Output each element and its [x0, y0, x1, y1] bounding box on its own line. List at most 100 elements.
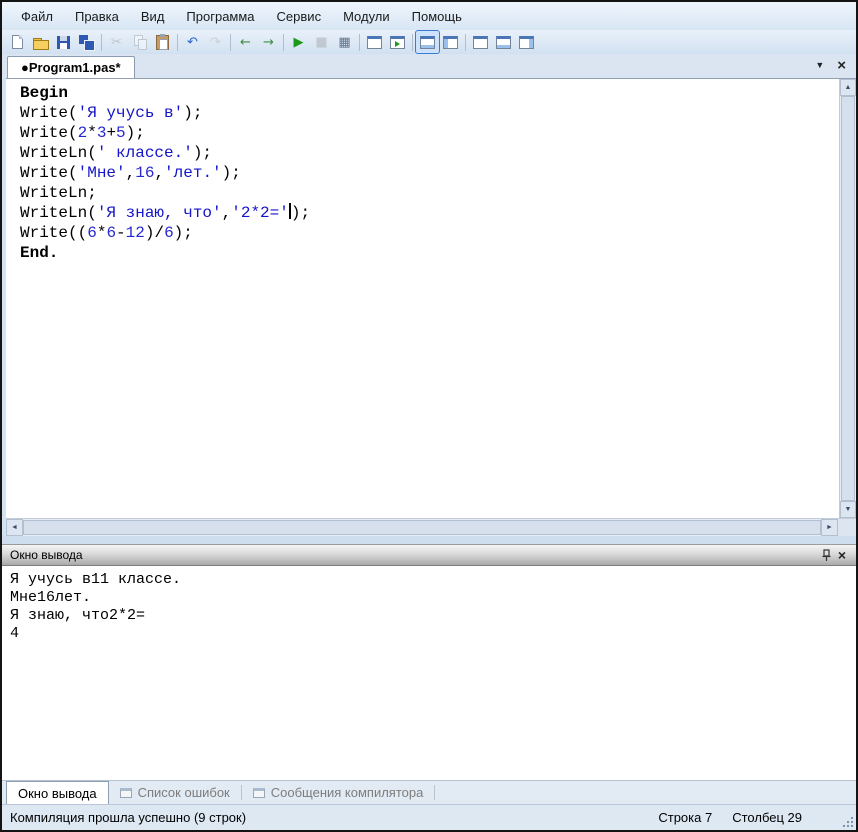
window-layout-3-button[interactable]	[515, 31, 538, 53]
editor-vertical-scrollbar[interactable]: ▲ ▼	[839, 79, 856, 518]
code-segment: -	[116, 224, 126, 242]
code-segment: );	[174, 224, 193, 242]
code-line[interactable]: WriteLn('Я знаю, что','2*2=');	[20, 203, 839, 223]
menu-view[interactable]: Вид	[130, 4, 176, 29]
redo-icon: ↷	[210, 36, 221, 49]
output-close-button[interactable]: ×	[834, 547, 850, 563]
code-line[interactable]: Write(2*3+5);	[20, 123, 839, 143]
breakpoints-grid-icon: ▦	[338, 36, 350, 49]
editor-area: BeginWrite('Я учусь в');Write(2*3+5);Wri…	[6, 78, 856, 518]
panel-splitter[interactable]	[2, 536, 856, 544]
code-segment: +	[106, 124, 116, 142]
save-all-button[interactable]	[75, 31, 98, 53]
window-layout-2-button[interactable]	[492, 31, 515, 53]
vertical-scroll-thumb[interactable]	[841, 96, 855, 501]
code-segment: 'Я учусь в'	[78, 104, 184, 122]
console-run-icon	[390, 36, 405, 49]
auto-hide-pin-button[interactable]	[818, 547, 834, 563]
code-segment: WriteLn(	[20, 144, 97, 162]
console-run-button[interactable]	[386, 31, 409, 53]
scroll-down-button[interactable]: ▼	[840, 501, 856, 518]
bottom-tab-compiler[interactable]: Сообщения компилятора	[242, 781, 435, 804]
scroll-right-button[interactable]: ►	[821, 519, 838, 536]
editor-horizontal-scrollbar[interactable]: ◄ ►	[6, 518, 856, 536]
nav-back-button[interactable]: ←	[234, 31, 257, 53]
toolbar-separator	[101, 34, 102, 51]
code-segment: 6	[164, 224, 174, 242]
code-segment: 'Я знаю, что'	[97, 204, 222, 222]
code-segment: ,	[154, 164, 164, 182]
code-line[interactable]: Write('Мне',16,'лет.');	[20, 163, 839, 183]
bottom-tab-errors[interactable]: Список ошибок	[109, 781, 241, 804]
toggle-side-panel-button[interactable]	[439, 31, 462, 53]
code-editor[interactable]: BeginWrite('Я учусь в');Write(2*3+5);Wri…	[6, 79, 839, 518]
scroll-left-button[interactable]: ◄	[6, 519, 23, 536]
undo-button[interactable]: ↶	[181, 31, 204, 53]
window-layout-3-icon	[519, 36, 534, 49]
code-segment: 6	[87, 224, 97, 242]
console-window-icon	[367, 36, 382, 49]
tab-program1[interactable]: ●Program1.pas*	[7, 56, 135, 78]
paste-icon	[156, 35, 169, 50]
copy-button[interactable]	[128, 31, 151, 53]
scroll-up-button[interactable]: ▲	[840, 79, 856, 96]
code-line[interactable]: WriteLn(' классе.');	[20, 143, 839, 163]
code-segment: WriteLn;	[20, 184, 97, 202]
code-segment: 16	[135, 164, 154, 182]
toolbar: ✂ ↶ ↷ ← → ▶ ■ ▦	[2, 30, 856, 54]
run-program-button[interactable]: ▶	[287, 31, 310, 53]
undo-icon: ↶	[187, 36, 198, 49]
bottom-tab-output[interactable]: Окно вывода	[6, 781, 109, 804]
open-file-icon	[33, 35, 49, 49]
toggle-side-panel-icon	[443, 36, 458, 49]
code-line[interactable]: Write((6*6-12)/6);	[20, 223, 839, 243]
menu-service[interactable]: Сервис	[266, 4, 333, 29]
toolbar-separator	[230, 34, 231, 51]
output-console[interactable]: Я учусь в11 классе.Мне16лет.Я знаю, что2…	[2, 566, 856, 780]
tab-close-button[interactable]: ×	[837, 58, 846, 73]
menu-edit[interactable]: Правка	[64, 4, 130, 29]
vertical-scroll-track[interactable]	[840, 96, 856, 501]
pin-icon	[820, 549, 833, 562]
tab-list-dropdown-button[interactable]: ▼	[815, 61, 824, 70]
code-segment: Write(	[20, 124, 78, 142]
code-line[interactable]: Begin	[20, 83, 839, 103]
new-file-button[interactable]	[6, 31, 29, 53]
code-line[interactable]: WriteLn;	[20, 183, 839, 203]
output-line: Я знаю, что2*2=	[10, 607, 848, 625]
toggle-output-window-icon	[420, 36, 435, 49]
stop-program-icon: ■	[315, 36, 327, 49]
window-layout-2-icon	[496, 36, 511, 49]
status-line: Строка 7	[658, 810, 712, 825]
code-segment: 5	[116, 124, 126, 142]
window-layout-1-button[interactable]	[469, 31, 492, 53]
toolbar-separator	[359, 34, 360, 51]
open-file-button[interactable]	[29, 31, 52, 53]
code-segment: );	[193, 144, 212, 162]
cut-button[interactable]: ✂	[105, 31, 128, 53]
horizontal-scroll-thumb[interactable]	[23, 520, 821, 535]
resize-grip[interactable]	[841, 815, 854, 828]
code-line[interactable]: Write('Я учусь в');	[20, 103, 839, 123]
menu-help[interactable]: Помощь	[401, 4, 473, 29]
redo-button[interactable]: ↷	[204, 31, 227, 53]
window-layout-1-icon	[473, 36, 488, 49]
console-window-button[interactable]	[363, 31, 386, 53]
paste-button[interactable]	[151, 31, 174, 53]
output-line: Я учусь в11 классе.	[10, 571, 848, 589]
scroll-up-icon: ▲	[845, 84, 852, 91]
scroll-down-icon: ▼	[845, 506, 852, 513]
nav-back-icon: ←	[240, 36, 251, 49]
menu-modules[interactable]: Модули	[332, 4, 401, 29]
bottom-tab-label: Сообщения компилятора	[271, 785, 424, 800]
code-segment: 2	[78, 124, 88, 142]
code-line[interactable]: End.	[20, 243, 839, 263]
menu-file[interactable]: Файл	[10, 4, 64, 29]
stop-program-button[interactable]: ■	[310, 31, 333, 53]
menu-program[interactable]: Программа	[175, 4, 265, 29]
save-file-button[interactable]	[52, 31, 75, 53]
nav-forward-button[interactable]: →	[257, 31, 280, 53]
breakpoints-grid-button[interactable]: ▦	[333, 31, 356, 53]
horizontal-scroll-track[interactable]	[23, 519, 821, 536]
toggle-output-window-button[interactable]	[416, 31, 439, 53]
